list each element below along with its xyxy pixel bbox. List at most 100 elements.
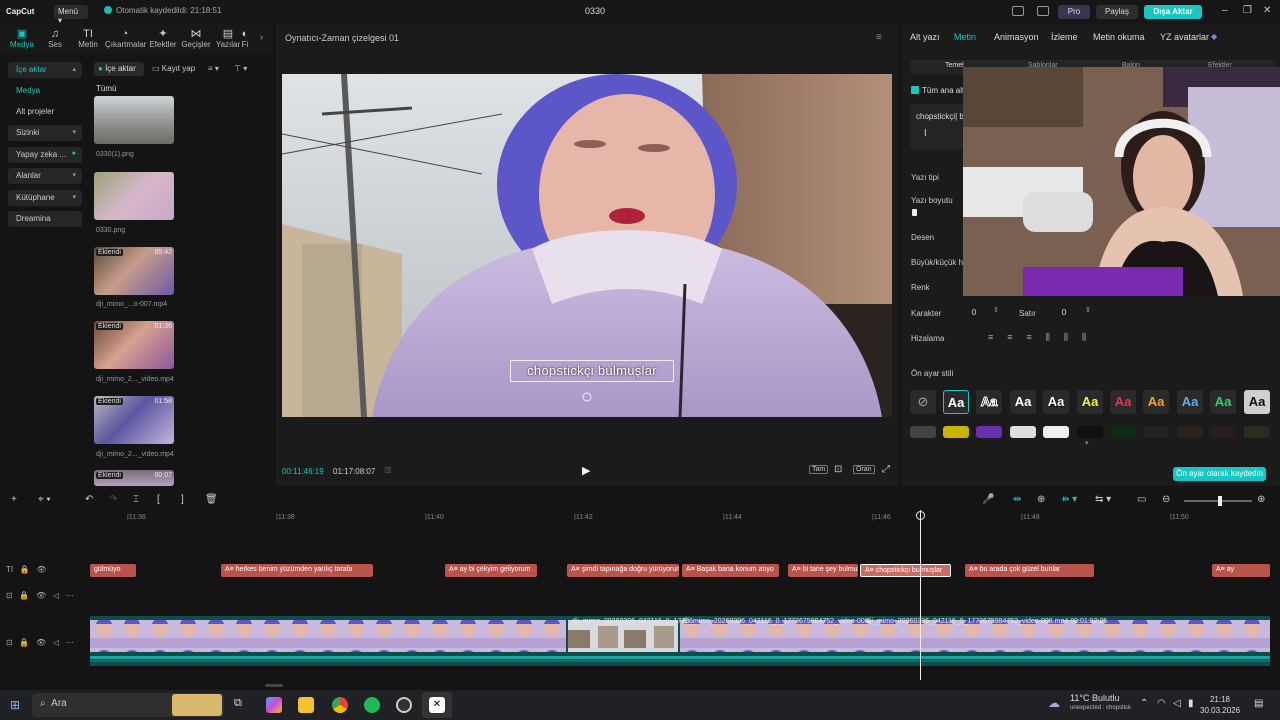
side-item-subprojects[interactable]: Alt projeler [8, 104, 82, 120]
preset-style[interactable]: Aa [1043, 390, 1069, 414]
split-icon[interactable]: ⌶ [133, 494, 139, 505]
file-explorer-icon[interactable] [298, 697, 314, 713]
tool-filters[interactable]: ◐ Fi [238, 28, 252, 49]
subtitle-clip[interactable]: A≡ şimdi tapınağa doğru yürüyorum [567, 564, 679, 577]
tool-text[interactable]: TI Metin [68, 28, 108, 49]
maximize-icon[interactable]: ❐ [1243, 5, 1252, 16]
preset-style[interactable]: Aa [976, 390, 1002, 414]
shortcut-icon[interactable] [1037, 6, 1049, 16]
pro-button[interactable]: Pro [1058, 5, 1090, 19]
capcut-icon[interactable]: ✕ [429, 697, 445, 713]
tab-text[interactable]: Metin [954, 32, 976, 42]
record-button[interactable]: ▭ Kayıt yap [150, 62, 198, 76]
clock[interactable]: 21:18 30.03.2026 [1200, 694, 1240, 716]
speaker-icon[interactable]: ◁ [1173, 698, 1181, 709]
magnet-icon[interactable]: ⇹ [1013, 494, 1021, 505]
zoom-out-icon[interactable]: ⊖ [1162, 494, 1170, 505]
layout-icon[interactable] [1012, 6, 1024, 16]
side-item-dreamina[interactable]: Dreamina [8, 211, 82, 227]
subtitle-clip[interactable]: A≡ ay bi çekyim geliyorum [445, 564, 537, 577]
subtitle-clip[interactable]: gülmüyo [90, 564, 136, 577]
sort-icon[interactable]: ≡ ▾ [208, 64, 219, 73]
side-item-spaces[interactable]: Alanlar ▾ [8, 168, 82, 184]
stepper-icon[interactable]: ⇕ [993, 306, 999, 314]
ratio-button[interactable]: Oran [853, 465, 875, 474]
export-button[interactable]: Dışa Aktar [1144, 5, 1202, 19]
preset-style[interactable]: Aa [1244, 390, 1270, 414]
tab-tracking[interactable]: İzleme [1051, 32, 1078, 42]
chevron-down-icon[interactable]: ▾ [1085, 439, 1089, 447]
preset-style[interactable] [1143, 426, 1169, 438]
preset-style[interactable]: Aa [943, 390, 969, 414]
side-item-ai[interactable]: Yapay zeka ... ● [8, 147, 82, 163]
preset-style[interactable]: Aa [1010, 390, 1036, 414]
preset-style[interactable]: Aa [1177, 390, 1203, 414]
trim-right-icon[interactable]: ] [181, 494, 184, 505]
tab-animation[interactable]: Animasyon [994, 32, 1039, 42]
chevron-up-icon[interactable]: ⌃ [1140, 698, 1148, 709]
media-thumb[interactable]: Eklendi 05:42 [94, 247, 174, 295]
weather-temp[interactable]: 11°C Bulutlu [1070, 693, 1120, 703]
apply-all-checkbox[interactable]: Tüm ana alt [911, 86, 964, 95]
subtab-basic[interactable]: Temel [945, 62, 964, 69]
fullscreen-icon[interactable]: ⤢ [882, 464, 890, 475]
playhead-handle[interactable] [916, 511, 925, 520]
zoom-in-icon[interactable]: ⊕ [1257, 494, 1265, 505]
close-icon[interactable]: ✕ [1263, 5, 1271, 16]
alignment-icons[interactable]: ≡≡≡⫼⫼⫼ [988, 332, 1100, 343]
microphone-icon[interactable]: 🎤 [982, 494, 994, 505]
side-item-library[interactable]: Kütüphane ▾ [8, 190, 82, 206]
character-spacing-input[interactable]: 0 [959, 306, 989, 320]
undo-icon[interactable]: ↶ [85, 494, 93, 505]
link-icon[interactable]: ⊕ [1037, 494, 1045, 505]
subtitle-clip[interactable]: A≡ ay [1212, 564, 1270, 577]
preset-style[interactable] [1010, 426, 1036, 438]
redo-icon[interactable]: ↷ [109, 494, 117, 505]
video-preview[interactable]: chopstickçi bulmuşlar [282, 74, 892, 417]
preset-style[interactable] [910, 426, 936, 438]
subtitle-clip-selected[interactable]: A≡ chopstickçi bulmuşlar [860, 564, 951, 577]
preset-style[interactable] [1177, 426, 1203, 438]
tab-subtitle[interactable]: Alt yazı [910, 32, 940, 42]
caption-track-icon[interactable]: ▭ [1137, 494, 1146, 505]
side-item-media[interactable]: Medya [8, 83, 82, 99]
notification-icon[interactable]: ▤ [1254, 698, 1263, 709]
media-thumb[interactable]: Eklendi 00:07 [94, 470, 174, 486]
preset-style[interactable] [1043, 426, 1069, 438]
menu-lines-icon[interactable]: ≡ [876, 32, 882, 43]
spotify-icon[interactable] [364, 697, 380, 713]
save-preset-button[interactable]: Ön ayar olarak kaydedin [1173, 467, 1266, 481]
preset-style[interactable] [1110, 426, 1136, 438]
minimize-icon[interactable]: – [1222, 5, 1228, 16]
media-thumb[interactable]: Eklendi 01:58 [94, 396, 174, 444]
chrome-icon[interactable] [332, 697, 348, 713]
media-thumb[interactable] [94, 172, 174, 220]
stepper-icon[interactable]: ⇕ [1085, 306, 1091, 314]
task-view-icon[interactable]: ⧉ [234, 697, 242, 710]
media-thumb[interactable]: Eklendi 01:36 [94, 321, 174, 369]
subtitle-clip[interactable]: A≡ bu arada çok güzel bunlar [965, 564, 1094, 577]
preview-axis-icon[interactable]: ⇻ ▾ [1061, 494, 1077, 505]
obs-icon[interactable] [396, 697, 412, 713]
preset-style[interactable] [1077, 426, 1103, 438]
snap-icon[interactable]: ⇆ ▾ [1095, 494, 1111, 505]
tab-ai-avatars[interactable]: YZ avatarlar [1160, 32, 1209, 42]
side-item-yours[interactable]: Sizinki ▾ [8, 125, 82, 141]
line-spacing-input[interactable]: 0 [1049, 306, 1079, 320]
menu-button[interactable]: Menü ▾ [54, 5, 88, 25]
playhead[interactable] [920, 510, 921, 680]
font-size-slider[interactable] [912, 209, 917, 216]
preset-style[interactable] [1244, 426, 1270, 438]
trim-left-icon[interactable]: [ [157, 494, 160, 505]
chevron-right-icon[interactable]: › [260, 32, 263, 42]
subtitle-clip[interactable]: A≡ Başak bana konum atıyo [682, 564, 779, 577]
tab-tts[interactable]: Metin okuma [1093, 32, 1145, 42]
select-tool-icon[interactable]: ⌖ ▾ [38, 494, 51, 505]
zoom-handle[interactable] [1218, 496, 1222, 506]
preset-style[interactable]: Aa [1077, 390, 1103, 414]
fit-icon[interactable]: ⊡ [834, 464, 842, 475]
wifi-icon[interactable]: ◠ [1157, 698, 1166, 709]
share-button[interactable]: Paylaş [1096, 5, 1138, 19]
import-button[interactable]: ● İçe aktar [94, 62, 144, 76]
no-style-icon[interactable]: ⊘ [910, 390, 936, 414]
